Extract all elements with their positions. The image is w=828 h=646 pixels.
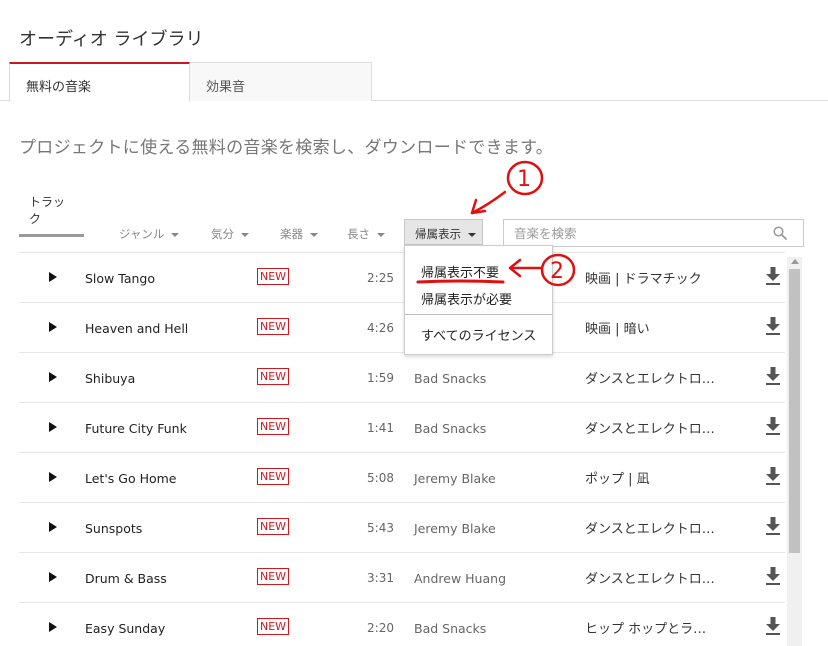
download-icon[interactable] — [765, 366, 781, 386]
download-icon[interactable] — [765, 516, 781, 536]
table-row[interactable]: Heaven and Hell NEW 4:26 映画 | 暗い — [19, 302, 785, 352]
menu-item-all-licenses[interactable]: すべてのライセンス — [421, 325, 536, 344]
track-genre: ダンスとエレクトロ… — [585, 522, 715, 537]
track-duration: 2:20 — [367, 621, 394, 635]
filter-mood-label: 気分 — [211, 227, 234, 241]
new-badge: NEW — [257, 618, 290, 635]
track-genre: 映画 | 暗い — [585, 322, 650, 337]
track-duration: 1:59 — [367, 371, 394, 385]
scrollbar[interactable] — [787, 257, 802, 646]
track-title: Shibuya — [85, 371, 136, 386]
track-title: Slow Tango — [85, 271, 155, 286]
new-badge: NEW — [257, 268, 290, 285]
annotation-number-1: 1 — [517, 167, 531, 192]
track-artist[interactable]: Jeremy Blake — [414, 521, 496, 536]
download-icon[interactable] — [765, 416, 781, 436]
download-icon[interactable] — [765, 566, 781, 586]
new-badge: NEW — [257, 568, 290, 585]
search-box — [503, 219, 804, 247]
table-row[interactable]: Shibuya NEW 1:59 Bad Snacks ダンスとエレクトロ… — [19, 352, 785, 402]
track-artist[interactable]: Andrew Huang — [414, 571, 506, 586]
scroll-up-arrow-icon[interactable] — [791, 259, 799, 264]
track-title: Let's Go Home — [85, 471, 177, 486]
page-title: オーディオ ライブラリ — [19, 29, 204, 50]
search-icon[interactable] — [773, 226, 787, 240]
new-badge: NEW — [257, 518, 290, 535]
track-genre: ダンスとエレクトロ… — [585, 372, 715, 387]
filter-attribution[interactable]: 帰属表示 — [404, 219, 483, 245]
track-artist[interactable]: Bad Snacks — [414, 371, 486, 386]
tab-sound-effects[interactable]: 効果音 — [190, 62, 372, 101]
filter-mood[interactable]: 気分 — [211, 226, 249, 242]
download-icon[interactable] — [765, 266, 781, 286]
scrollbar-thumb[interactable] — [789, 269, 800, 553]
new-badge: NEW — [257, 468, 290, 485]
annotation-arrow-1 — [470, 190, 507, 215]
attribution-dropdown-menu: 帰属表示不要 帰属表示が必要 すべてのライセンス — [404, 245, 553, 355]
track-genre: ダンスとエレクトロ… — [585, 572, 715, 587]
track-title: Sunspots — [85, 521, 143, 536]
track-duration: 5:08 — [367, 471, 394, 485]
download-icon[interactable] — [765, 616, 781, 636]
track-genre: ポップ | 凪 — [585, 472, 650, 487]
filter-instrument-label: 楽器 — [280, 227, 303, 241]
track-title: Easy Sunday — [85, 621, 166, 636]
track-artist[interactable]: Jeremy Blake — [414, 471, 496, 486]
tab-free-music[interactable]: 無料の音楽 — [9, 62, 190, 102]
table-row[interactable]: Slow Tango NEW 2:25 映画 | ドラマチック — [19, 252, 785, 302]
caret-down-icon — [377, 232, 385, 237]
table-row[interactable]: Future City Funk NEW 1:41 Bad Snacks ダンス… — [19, 402, 785, 452]
track-duration: 5:43 — [367, 521, 394, 535]
play-icon[interactable] — [49, 622, 57, 632]
track-genre: ダンスとエレクトロ… — [585, 422, 715, 437]
play-icon[interactable] — [49, 322, 57, 332]
download-icon[interactable] — [765, 466, 781, 486]
track-title: Heaven and Hell — [85, 321, 189, 336]
filter-length[interactable]: 長さ — [347, 226, 385, 242]
track-title: Drum & Bass — [85, 571, 167, 586]
filter-genre-label: ジャンル — [119, 227, 165, 241]
track-title: Future City Funk — [85, 421, 187, 436]
menu-item-no-attribution[interactable]: 帰属表示不要 — [421, 262, 499, 281]
filter-length-label: 長さ — [347, 227, 370, 241]
menu-divider — [405, 314, 552, 315]
annotation-circle-1 — [506, 160, 544, 196]
play-icon[interactable] — [49, 472, 57, 482]
download-icon[interactable] — [765, 316, 781, 336]
search-input[interactable] — [504, 220, 754, 246]
table-row[interactable]: Sunspots NEW 5:43 Jeremy Blake ダンスとエレクトロ… — [19, 502, 785, 552]
play-icon[interactable] — [49, 522, 57, 532]
play-icon[interactable] — [49, 272, 57, 282]
track-genre: ヒップ ホップとラ… — [585, 622, 707, 637]
play-icon[interactable] — [49, 422, 57, 432]
track-artist[interactable]: Bad Snacks — [414, 621, 486, 636]
track-artist[interactable]: Bad Snacks — [414, 421, 486, 436]
table-row[interactable]: Drum & Bass NEW 3:31 Andrew Huang ダンスとエレ… — [19, 552, 785, 602]
track-duration: 1:41 — [367, 421, 394, 435]
intro-text: プロジェクトに使える無料の音楽を検索し、ダウンロードできます。 — [19, 138, 554, 158]
new-badge: NEW — [257, 368, 290, 385]
filter-genre[interactable]: ジャンル — [119, 226, 180, 242]
track-duration: 2:25 — [367, 271, 394, 285]
subtab-tracks[interactable]: トラック — [19, 193, 84, 237]
tab-bar: 無料の音楽 効果音 — [0, 62, 828, 102]
table-row[interactable]: Easy Sunday NEW 2:20 Bad Snacks ヒップ ホップと… — [19, 602, 785, 646]
annotation-arrowhead-1 — [470, 198, 487, 215]
play-icon[interactable] — [49, 372, 57, 382]
new-badge: NEW — [257, 318, 290, 335]
track-duration: 3:31 — [367, 571, 394, 585]
play-icon[interactable] — [49, 572, 57, 582]
caret-down-icon — [468, 232, 476, 237]
new-badge: NEW — [257, 418, 290, 435]
track-genre: 映画 | ドラマチック — [585, 272, 702, 287]
track-duration: 4:26 — [367, 321, 394, 335]
caret-down-icon — [241, 232, 249, 237]
caret-down-icon — [171, 232, 180, 237]
filter-attribution-label: 帰属表示 — [415, 227, 461, 241]
caret-down-icon — [310, 232, 318, 237]
table-row[interactable]: Let's Go Home NEW 5:08 Jeremy Blake ポップ … — [19, 452, 785, 502]
menu-item-attribution-required[interactable]: 帰属表示が必要 — [421, 289, 512, 308]
filter-instrument[interactable]: 楽器 — [280, 226, 318, 242]
